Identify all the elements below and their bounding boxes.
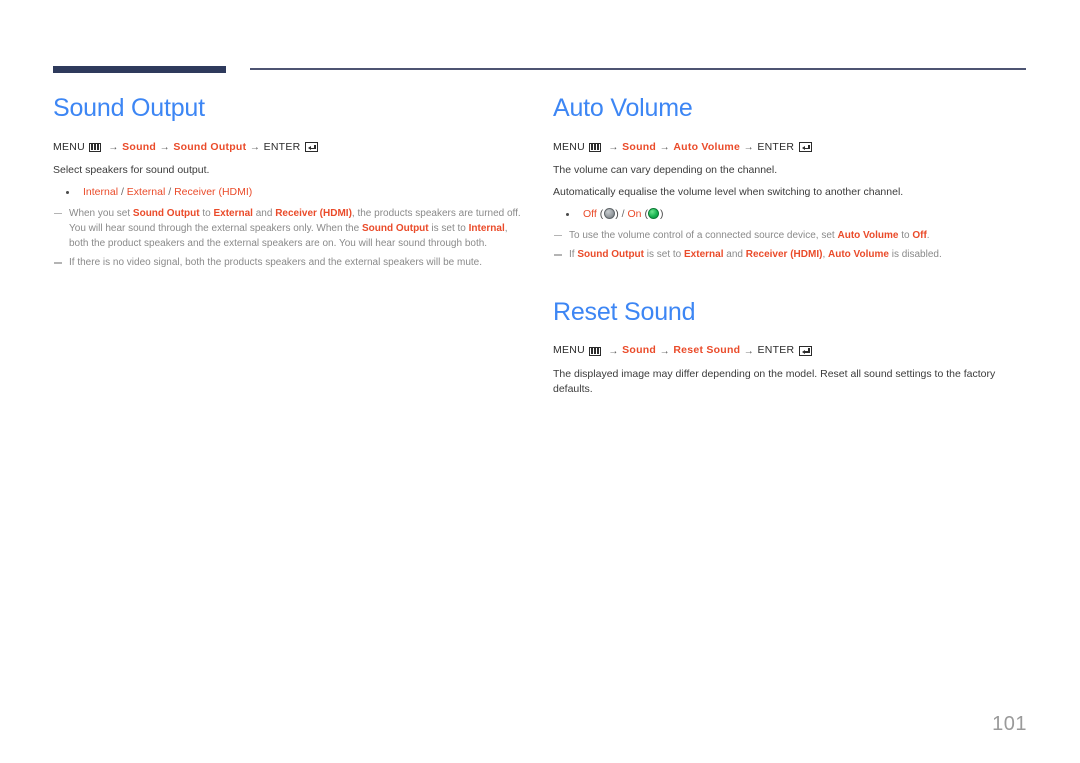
section-reset-sound: Reset Sound MENU → Sound → Reset Sound → ENTER T… <box>553 297 1025 397</box>
paren-open-off: ( <box>599 207 604 220</box>
note-highlight-term[interactable]: Sound Output <box>577 249 644 260</box>
note-item: To use the volume control of a connected… <box>553 229 1025 244</box>
header-rule-thick <box>53 66 226 73</box>
toggle-off-dot-icon <box>603 207 615 219</box>
note-text: and <box>723 249 746 261</box>
note-text: To use the volume control of a connected… <box>569 229 838 241</box>
note-group-sound-output: When you set Sound Output to External an… <box>53 207 525 271</box>
note-highlight-term[interactable]: Auto Volume <box>838 230 899 241</box>
header-rule-thin <box>250 68 1026 70</box>
option-list-sound-output: Internal / External / Receiver (HDMI) <box>53 185 525 201</box>
menu-label: MENU <box>553 344 585 357</box>
note-text: to <box>898 229 913 241</box>
enter-label: ENTER <box>757 344 795 357</box>
body-text: The displayed image may differ depending… <box>553 367 996 395</box>
path-arrow-3: → <box>743 141 754 153</box>
path-arrow-1: → <box>608 141 619 153</box>
option-receiver-hdmi[interactable]: Receiver (HDMI) <box>174 186 252 198</box>
menu-path-step-sound[interactable]: Sound <box>622 141 656 155</box>
body-text: The volume can vary depending on the cha… <box>553 164 778 177</box>
menu-path-reset-sound: MENU → Sound → Reset Sound → ENTER <box>553 344 1025 358</box>
document-page: Sound Output MENU → Sound → Sound Output… <box>0 0 1080 763</box>
note-paragraph: To use the volume control of a connected… <box>569 229 1025 244</box>
page-number: 101 <box>992 713 1027 735</box>
note-item: If there is no video signal, both the pr… <box>53 256 525 271</box>
note-highlight-term[interactable]: External <box>213 208 252 219</box>
note-text: is set to <box>428 223 469 235</box>
menu-path-auto-volume: MENU → Sound → Auto Volume → ENTER <box>553 141 1025 155</box>
note-paragraph: You will hear sound through the external… <box>69 222 525 251</box>
right-column: Auto Volume MENU → Sound → Auto Volume → ENTER T… <box>553 94 1025 404</box>
option-off[interactable]: Off <box>583 208 600 220</box>
menu-path-sound-output: MENU → Sound → Sound Output → ENTER <box>53 141 525 155</box>
path-arrow-2: → <box>659 345 670 357</box>
enter-label: ENTER <box>757 140 795 153</box>
note-highlight-term[interactable]: Off <box>912 230 926 241</box>
menu-path-step-sound[interactable]: Sound <box>122 141 156 155</box>
option-external[interactable]: External <box>127 186 166 198</box>
option-on[interactable]: On <box>628 208 645 220</box>
menu-grid-icon <box>588 346 601 356</box>
header-rule-group <box>53 64 1026 78</box>
note-text: . <box>926 229 930 241</box>
note-highlight-term[interactable]: Receiver (HDMI) <box>746 249 823 260</box>
paren-close-on: ) <box>659 207 664 220</box>
body-text: Automatically equalise the volume level … <box>553 186 904 199</box>
page-title-auto-volume: Auto Volume <box>553 94 693 122</box>
menu-path-step-auto-volume[interactable]: Auto Volume <box>673 141 740 155</box>
option-internal[interactable]: Internal <box>83 186 118 198</box>
note-text: and <box>252 207 276 219</box>
list-item[interactable]: Internal / External / Receiver (HDMI) <box>53 185 525 201</box>
enter-key-icon <box>799 142 813 153</box>
left-column: Sound Output MENU → Sound → Sound Output… <box>53 94 525 276</box>
menu-path-step-sound[interactable]: Sound <box>622 344 656 358</box>
menu-grid-icon <box>588 142 601 152</box>
list-item[interactable]: Off () / On () <box>553 207 1025 223</box>
option-separator-2: / <box>165 186 175 199</box>
note-group-auto-volume: To use the volume control of a connected… <box>553 229 1025 263</box>
note-text: is disabled. <box>888 249 942 261</box>
path-arrow-3: → <box>743 345 755 357</box>
note-text: , the products speakers are turned off. <box>351 207 521 219</box>
page-title-sound-output: Sound Output <box>53 94 205 122</box>
note-highlight-term[interactable]: Sound Output <box>362 223 429 234</box>
note-highlight-term[interactable]: Receiver (HDMI) <box>275 208 352 219</box>
paren-open-on: ( <box>644 207 648 220</box>
menu-path-step-sound-output[interactable]: Sound Output <box>173 141 246 155</box>
menu-label: MENU <box>553 140 585 153</box>
note-paragraph: When you set Sound Output to External an… <box>69 207 525 222</box>
option-list-auto-volume: Off () / On () <box>553 207 1025 223</box>
enter-label: ENTER <box>263 140 301 153</box>
note-paragraph: If Sound Output is set to External and R… <box>569 248 1025 263</box>
path-arrow-2: → <box>659 141 670 153</box>
enter-key-icon <box>799 346 813 357</box>
section-sound-output: Sound Output MENU → Sound → Sound Output… <box>53 94 525 271</box>
option-separator: / <box>618 207 628 220</box>
enter-key-icon <box>305 142 319 153</box>
note-text: to <box>199 207 214 219</box>
path-arrow-2: → <box>159 141 170 153</box>
path-arrow-3: → <box>249 141 261 153</box>
note-highlight-term[interactable]: External <box>684 249 723 260</box>
toggle-on-dot-icon <box>648 207 660 219</box>
note-text: is set to <box>644 249 685 261</box>
note-item: When you set Sound Output to External an… <box>53 207 525 252</box>
note-highlight-term[interactable]: Auto Volume <box>828 249 889 260</box>
note-item: If Sound Output is set to External and R… <box>553 248 1025 263</box>
path-arrow-1: → <box>608 345 619 357</box>
menu-grid-icon <box>88 142 101 152</box>
option-separator-1: / <box>118 186 127 199</box>
note-text: You will hear sound through the external… <box>69 223 362 235</box>
note-text: If there is no video signal, both the pr… <box>69 257 483 269</box>
intro-text: Select speakers for sound output. <box>53 164 210 177</box>
path-arrow-1: → <box>108 141 119 153</box>
note-highlight-term[interactable]: Sound Output <box>133 208 200 219</box>
page-title-reset-sound: Reset Sound <box>553 297 696 326</box>
note-text: When you set <box>69 207 133 219</box>
note-highlight-term[interactable]: Internal <box>469 223 505 234</box>
note-paragraph: If there is no video signal, both the pr… <box>69 256 525 271</box>
menu-label: MENU <box>53 140 85 153</box>
section-auto-volume: Auto Volume MENU → Sound → Auto Volume → ENTER T… <box>553 94 1025 263</box>
menu-path-step-reset-sound[interactable]: Reset Sound <box>673 344 740 358</box>
